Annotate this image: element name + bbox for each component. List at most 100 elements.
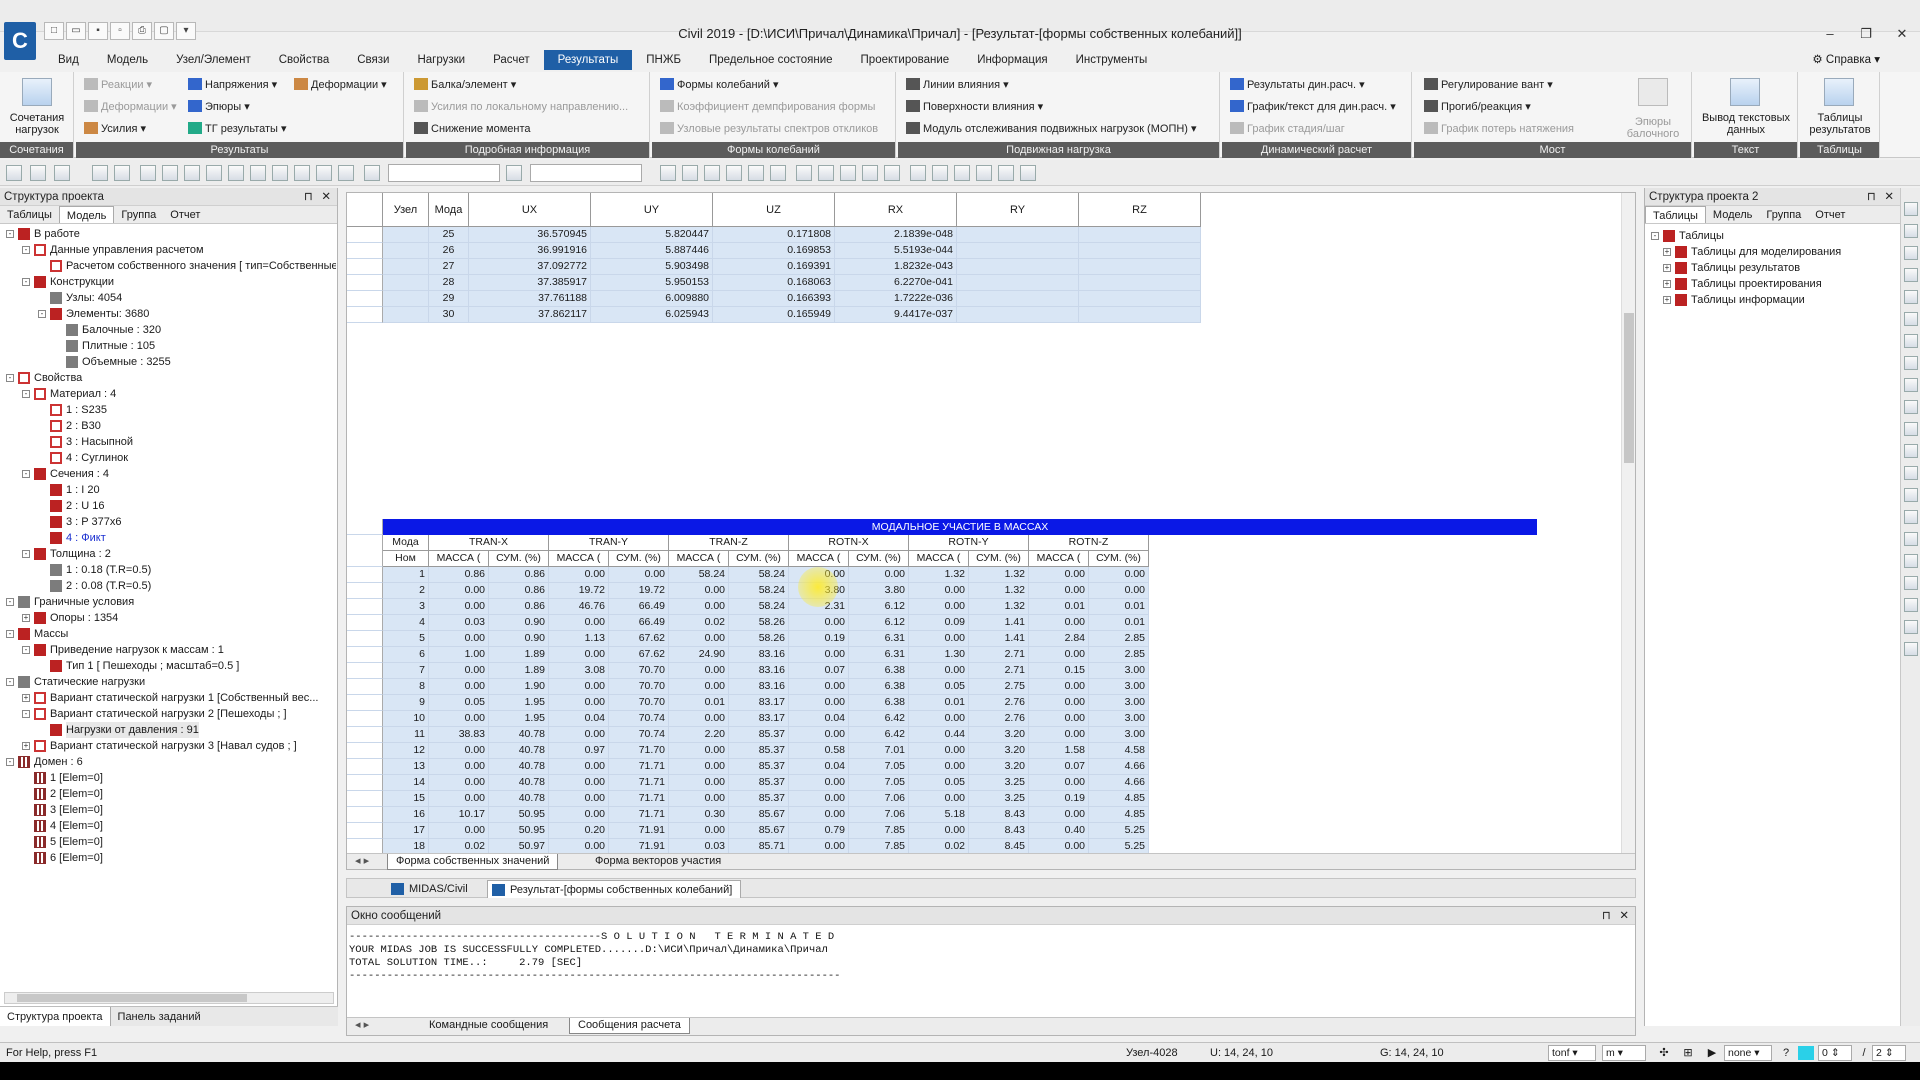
fit-icon[interactable] — [1904, 312, 1918, 326]
tree-node[interactable]: - Таблицы — [1645, 228, 1899, 244]
view-top-icon[interactable] — [862, 165, 878, 181]
row-selector[interactable] — [347, 275, 383, 291]
column-header-sum[interactable]: СУМ. (%) — [1089, 551, 1149, 567]
mode-select[interactable]: none ▾ — [1724, 1045, 1772, 1061]
tab-report[interactable]: Отчет — [163, 206, 207, 223]
tab-model[interactable]: Модель — [1706, 206, 1759, 223]
save-icon[interactable]: ▪ — [88, 22, 108, 40]
tree-node[interactable]: 2 [Elem=0] — [0, 786, 336, 802]
tree-node[interactable]: + Вариант статической нагрузки 3 [Навал с… — [0, 738, 336, 754]
menu-design[interactable]: Проектирование — [847, 50, 964, 70]
column-group-tran-x[interactable]: TRAN-X — [429, 535, 549, 551]
shrink-icon[interactable] — [1904, 356, 1918, 370]
redo-icon[interactable] — [30, 165, 46, 181]
column-header-ux[interactable]: UX — [469, 193, 591, 227]
preview-icon[interactable]: ▢ — [154, 22, 174, 40]
tree-node[interactable]: 6 [Elem=0] — [0, 850, 336, 866]
pin-icon[interactable]: ⊓ — [304, 188, 313, 206]
axis-icon[interactable] — [1904, 554, 1918, 568]
column-header-sum[interactable]: СУМ. (%) — [969, 551, 1029, 567]
column-header-mass[interactable]: МАССА ( — [909, 551, 969, 567]
tree-node[interactable]: 2 : B30 — [0, 418, 336, 434]
column-header-uz[interactable]: UZ — [713, 193, 835, 227]
deflection-reaction-button[interactable]: Прогиб/реакция ▾ — [1424, 98, 1531, 116]
next-icon[interactable] — [704, 165, 720, 181]
snap-icon[interactable] — [1904, 598, 1918, 612]
row-selector[interactable] — [347, 567, 383, 583]
tab-analysis-messages[interactable]: Сообщения расчета — [569, 1018, 690, 1034]
column-header-mass[interactable]: МАССА ( — [789, 551, 849, 567]
select-window-icon[interactable] — [114, 165, 130, 181]
customize-dropdown-icon[interactable]: ▾ — [176, 22, 196, 40]
select-plane-icon[interactable] — [184, 165, 200, 181]
row-selector[interactable] — [347, 807, 383, 823]
menu-analysis[interactable]: Расчет — [479, 50, 544, 70]
tree-node[interactable]: 2 : 0.08 (T.R=0.5) — [0, 578, 336, 594]
scrollbar-thumb[interactable] — [17, 994, 247, 1002]
column-header-sum[interactable]: СУМ. (%) — [849, 551, 909, 567]
record-icon[interactable] — [770, 165, 786, 181]
column-group-rotn-x[interactable]: ROTN-X — [789, 535, 909, 551]
scrollbar-thumb[interactable] — [1624, 313, 1634, 463]
column-header-mass[interactable]: МАССА ( — [549, 551, 609, 567]
select-identity-icon[interactable] — [294, 165, 310, 181]
table-row[interactable]: 9 0.05 1.95 0.00 70.70 0.01 83.17 0.00 6.38 0.01 2… — [347, 695, 1537, 711]
expand-icon[interactable]: + — [1663, 264, 1671, 272]
diagrams-button[interactable]: Эпюры ▾ — [188, 98, 250, 116]
select-polygon-icon[interactable] — [140, 165, 156, 181]
load-combination-button[interactable]: Сочетания нагрузок — [2, 112, 72, 136]
menu-results[interactable]: Результаты — [543, 50, 633, 70]
pan-icon[interactable] — [1904, 268, 1918, 282]
row-selector[interactable] — [347, 791, 383, 807]
select-all-icon[interactable] — [228, 165, 244, 181]
select-icon[interactable] — [92, 165, 108, 181]
tree-node[interactable]: 4 [Elem=0] — [0, 818, 336, 834]
column-header-sum[interactable]: СУМ. (%) — [489, 551, 549, 567]
row-selector[interactable] — [347, 307, 383, 323]
view-iso-icon[interactable] — [884, 165, 900, 181]
collapse-icon[interactable]: - — [22, 646, 30, 654]
open-folder-icon[interactable]: ▭ — [66, 22, 86, 40]
support-display-icon[interactable] — [1904, 510, 1918, 524]
row-selector[interactable] — [347, 759, 383, 775]
tab-tables[interactable]: Таблицы — [1645, 206, 1706, 223]
restore-icon[interactable]: ❐ — [1848, 22, 1884, 46]
print-icon[interactable]: ⎙ — [132, 22, 152, 40]
influence-surfaces-button[interactable]: Поверхности влияния ▾ — [906, 98, 1043, 116]
column-group-rotn-z[interactable]: ROTN-Z — [1029, 535, 1149, 551]
display-icon[interactable] — [1904, 422, 1918, 436]
message-nav-icon[interactable]: ◂ ▸ — [347, 1018, 377, 1034]
tree-node[interactable]: - Массы — [0, 626, 336, 642]
tree-node[interactable]: Объемные : 3255 — [0, 354, 336, 370]
expand-icon[interactable]: + — [22, 742, 30, 750]
tree-node[interactable]: 4 : Суглинок — [0, 450, 336, 466]
reactions-button[interactable]: Реакции ▾ — [84, 76, 152, 94]
damping-coef-button[interactable]: Коэффициент демпфирования формы — [660, 98, 875, 116]
filter-icon[interactable] — [338, 165, 354, 181]
table-row[interactable]: 12 0.00 40.78 0.97 71.70 0.00 85.37 0.58 7.01 0.0… — [347, 743, 1537, 759]
zoom-fit-icon[interactable] — [796, 165, 812, 181]
collapse-icon[interactable]: - — [38, 310, 46, 318]
row-selector[interactable] — [347, 227, 383, 243]
column-header-mass[interactable]: МАССА ( — [1029, 551, 1089, 567]
tab-command-messages[interactable]: Командные сообщения — [421, 1018, 556, 1034]
tree-node[interactable]: - Свойства — [0, 370, 336, 386]
element-number-icon[interactable] — [1904, 488, 1918, 502]
row-selector[interactable] — [347, 679, 383, 695]
lock-icon[interactable] — [976, 165, 992, 181]
row-selector[interactable] — [347, 599, 383, 615]
table-row[interactable]: 15 0.00 40.78 0.00 71.71 0.00 85.37 0.00 7.06 0.0… — [347, 791, 1537, 807]
tree-node[interactable]: 1 [Elem=0] — [0, 770, 336, 786]
query-icon[interactable] — [316, 165, 332, 181]
column-header-sum[interactable]: СУМ. (%) — [609, 551, 669, 567]
table-row[interactable]: 5 0.00 0.90 1.13 67.62 0.00 58.26 0.19 6.31 0.00 1… — [347, 631, 1537, 647]
tree-node[interactable]: - Статические нагрузки — [0, 674, 336, 690]
moment-reduction-button[interactable]: Снижение момента — [414, 120, 531, 138]
table-row[interactable]: 27 37.092772 5.903498 0.169391 1.8232e-043 — [347, 259, 1537, 275]
tree-node[interactable]: + Таблицы результатов — [1645, 260, 1899, 276]
row-selector[interactable] — [347, 615, 383, 631]
sheet-nav-icon[interactable]: ◂ ▸ — [347, 854, 377, 870]
zoom-in-icon[interactable] — [1904, 224, 1918, 238]
dynamic-results-button[interactable]: Результаты дин.расч. ▾ — [1230, 76, 1365, 94]
tree-node[interactable]: + Вариант статической нагрузки 1 [Собстве… — [0, 690, 336, 706]
